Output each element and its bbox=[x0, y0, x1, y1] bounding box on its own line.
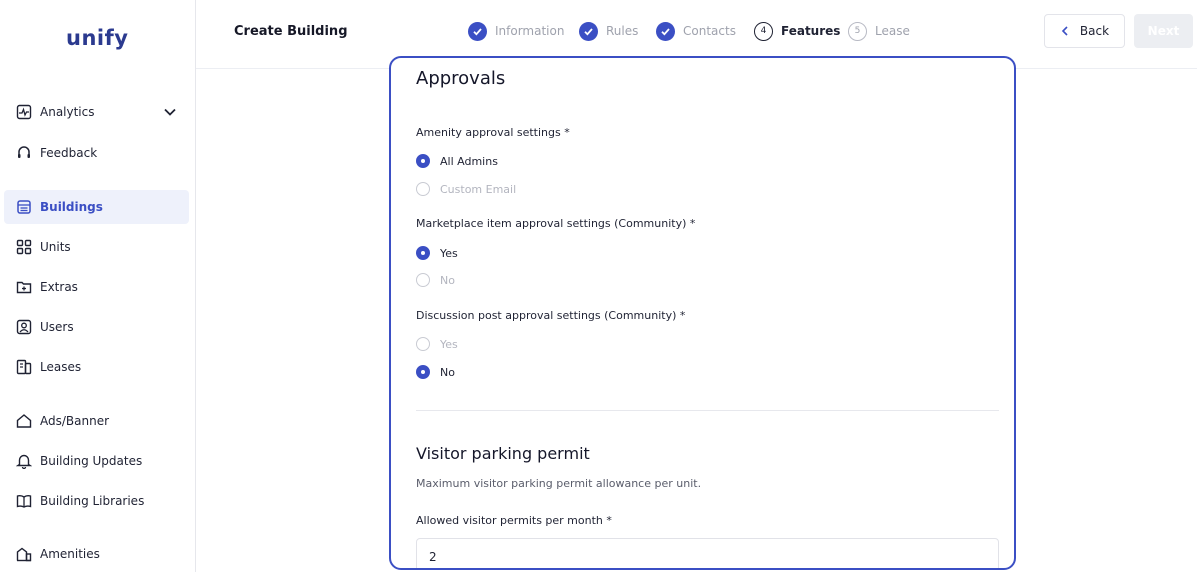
sidebar-item-building-libraries[interactable]: Building Libraries bbox=[4, 484, 189, 518]
check-icon bbox=[579, 21, 598, 41]
section-divider bbox=[416, 410, 999, 411]
step-contacts[interactable]: Contacts bbox=[656, 20, 736, 42]
approvals-title: Approvals bbox=[416, 68, 506, 89]
sidebar-item-label: Building Updates bbox=[40, 454, 143, 468]
radio-all-admins[interactable]: All Admins bbox=[416, 154, 498, 168]
marketplace-approval-label: Marketplace item approval settings (Comm… bbox=[416, 217, 696, 230]
sidebar-item-label: Amenities bbox=[40, 547, 100, 561]
radio-label: Yes bbox=[440, 246, 458, 260]
radio-label: No bbox=[440, 365, 455, 379]
bell-icon bbox=[16, 453, 32, 469]
book-icon bbox=[16, 493, 32, 509]
visitor-permits-input[interactable] bbox=[416, 538, 999, 568]
check-icon bbox=[656, 21, 675, 41]
sidebar: unify Analytics Feedback Buildings Units… bbox=[0, 0, 196, 572]
folder-plus-icon bbox=[16, 279, 32, 295]
step-label: Contacts bbox=[683, 24, 736, 38]
radio-discussion-yes[interactable]: Yes bbox=[416, 337, 458, 351]
features-card: Approvals Amenity approval settings * Al… bbox=[389, 56, 1016, 570]
sidebar-item-amenities[interactable]: Amenities bbox=[4, 537, 189, 571]
radio-checked[interactable] bbox=[416, 154, 430, 168]
step-number: 4 bbox=[754, 21, 773, 41]
feedback-icon bbox=[16, 145, 32, 161]
visitor-parking-description: Maximum visitor parking permit allowance… bbox=[416, 477, 702, 490]
sidebar-item-units[interactable]: Units bbox=[4, 230, 189, 264]
lease-icon bbox=[16, 359, 32, 375]
radio-marketplace-yes[interactable]: Yes bbox=[416, 246, 458, 260]
sidebar-item-label: Extras bbox=[40, 280, 78, 294]
sidebar-item-label: Feedback bbox=[40, 146, 98, 160]
sidebar-item-label: Ads/Banner bbox=[40, 414, 110, 428]
step-label: Lease bbox=[875, 24, 910, 38]
radio-checked[interactable] bbox=[416, 246, 430, 260]
sidebar-item-analytics[interactable]: Analytics bbox=[4, 95, 189, 129]
chevron-down-icon[interactable] bbox=[163, 105, 177, 119]
sidebar-item-label: Units bbox=[40, 240, 71, 254]
page-title: Create Building bbox=[234, 24, 348, 39]
sidebar-item-label: Analytics bbox=[40, 105, 95, 119]
tag-icon bbox=[16, 413, 32, 429]
step-label: Information bbox=[495, 24, 565, 38]
step-label: Features bbox=[781, 24, 841, 38]
amenity-approval-label: Amenity approval settings * bbox=[416, 126, 570, 139]
sidebar-item-feedback[interactable]: Feedback bbox=[4, 136, 189, 170]
sidebar-item-buildings[interactable]: Buildings bbox=[4, 190, 189, 224]
back-label: Back bbox=[1079, 24, 1110, 38]
amenities-icon bbox=[16, 546, 32, 562]
sidebar-item-extras[interactable]: Extras bbox=[4, 270, 189, 304]
sidebar-item-label: Leases bbox=[40, 360, 82, 374]
sidebar-item-leases[interactable]: Leases bbox=[4, 350, 189, 384]
analytics-icon bbox=[16, 104, 32, 120]
sidebar-item-building-updates[interactable]: Building Updates bbox=[4, 444, 189, 478]
sidebar-item-label: Building Libraries bbox=[40, 494, 145, 508]
radio-label: Yes bbox=[440, 337, 458, 351]
radio-label: All Admins bbox=[440, 154, 498, 168]
sidebar-item-label: Users bbox=[40, 320, 74, 334]
discussion-approval-label: Discussion post approval settings (Commu… bbox=[416, 309, 686, 322]
grid-icon bbox=[16, 239, 32, 255]
step-information[interactable]: Information bbox=[468, 20, 564, 42]
radio-unchecked[interactable] bbox=[416, 182, 430, 196]
radio-label: No bbox=[440, 273, 455, 287]
step-number: 5 bbox=[848, 21, 867, 41]
step-lease[interactable]: 5 Lease bbox=[848, 20, 910, 42]
visitor-parking-title: Visitor parking permit bbox=[416, 444, 590, 463]
back-button[interactable]: Back bbox=[1044, 14, 1125, 48]
radio-unchecked[interactable] bbox=[416, 273, 430, 287]
sidebar-item-label: Buildings bbox=[40, 200, 103, 214]
visitor-permits-label: Allowed visitor permits per month * bbox=[416, 514, 612, 527]
radio-discussion-no[interactable]: No bbox=[416, 365, 455, 379]
sidebar-item-users[interactable]: Users bbox=[4, 310, 189, 344]
building-icon bbox=[16, 199, 32, 215]
sidebar-item-ads-banner[interactable]: Ads/Banner bbox=[4, 404, 189, 438]
step-rules[interactable]: Rules bbox=[579, 20, 638, 42]
radio-unchecked[interactable] bbox=[416, 337, 430, 351]
step-features[interactable]: 4 Features bbox=[754, 20, 840, 42]
radio-checked[interactable] bbox=[416, 365, 430, 379]
check-icon bbox=[468, 21, 487, 41]
radio-marketplace-no[interactable]: No bbox=[416, 273, 455, 287]
unify-logo[interactable]: unify bbox=[66, 26, 128, 50]
radio-custom-email[interactable]: Custom Email bbox=[416, 182, 516, 196]
step-label: Rules bbox=[606, 24, 639, 38]
radio-label: Custom Email bbox=[440, 182, 517, 196]
next-button[interactable]: Next bbox=[1134, 14, 1193, 48]
user-icon bbox=[16, 319, 32, 335]
chevron-left-icon bbox=[1061, 26, 1068, 36]
